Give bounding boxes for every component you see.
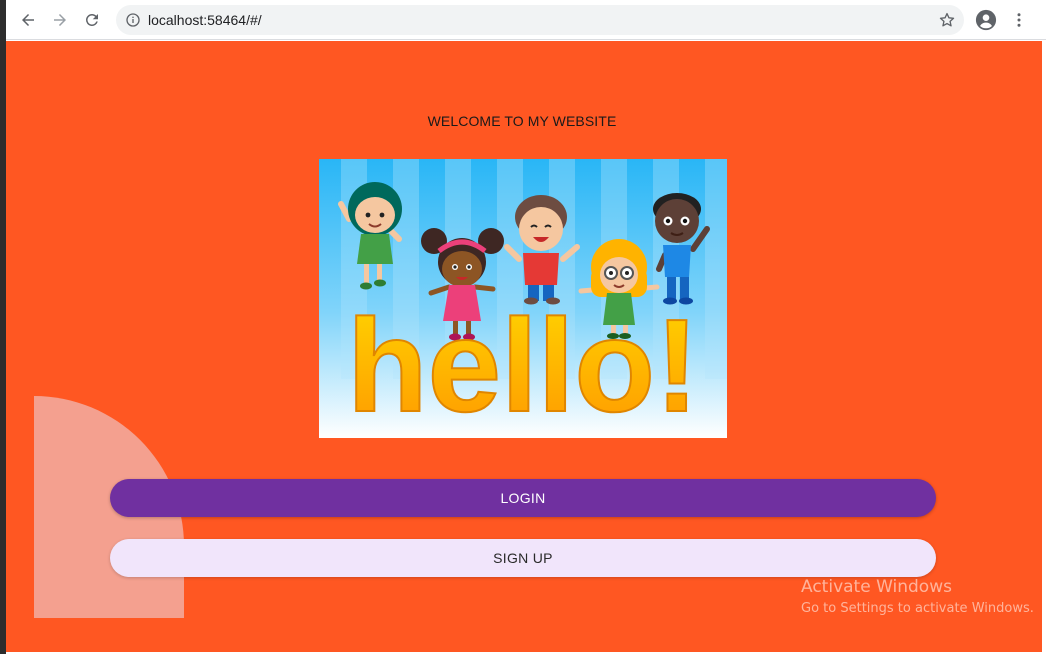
hello-kids-illustration: hello!	[319, 159, 727, 440]
reload-icon	[85, 13, 98, 26]
back-button[interactable]	[15, 7, 41, 33]
url-text[interactable]: localhost:58464/#/	[148, 12, 262, 28]
page-content: WELCOME TO MY WEBSITE hello! LOGIN SIGN …	[6, 41, 1042, 652]
activate-windows-watermark: Activate Windows Go to Settings to activ…	[801, 577, 1034, 616]
window-right-border	[1042, 41, 1046, 654]
login-button[interactable]: LOGIN	[110, 479, 936, 517]
reload-button[interactable]	[79, 7, 105, 33]
star-icon[interactable]	[938, 11, 956, 29]
forward-button[interactable]	[47, 7, 73, 33]
address-bar[interactable]: localhost:58464/#/	[116, 5, 964, 35]
signup-button[interactable]: SIGN UP	[110, 539, 936, 577]
hello-text: hello!	[347, 292, 699, 438]
watermark-subtitle: Go to Settings to activate Windows.	[801, 601, 1034, 616]
arrow-right-icon	[54, 14, 66, 26]
arrow-left-icon	[22, 14, 34, 26]
hero-image: hello!	[319, 159, 727, 440]
account-circle-icon	[975, 9, 997, 31]
browser-window: localhost:58464/#/ WELCOME TO MY WEBSITE	[6, 0, 1046, 654]
welcome-heading: WELCOME TO MY WEBSITE	[427, 113, 617, 129]
menu-button[interactable]	[1006, 7, 1032, 33]
watermark-title: Activate Windows	[801, 577, 952, 597]
info-icon[interactable]	[125, 12, 141, 28]
browser-toolbar: localhost:58464/#/	[6, 0, 1046, 40]
kebab-menu-icon	[1017, 13, 1021, 27]
profile-button[interactable]	[973, 7, 999, 33]
